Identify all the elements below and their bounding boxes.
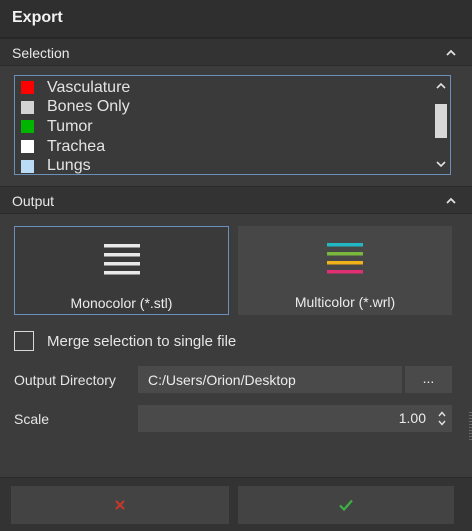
output-directory-input[interactable] xyxy=(138,366,402,393)
list-item-label: Tumor xyxy=(47,117,93,135)
list-item[interactable]: Vasculature xyxy=(21,78,429,98)
list-item[interactable]: Trachea xyxy=(21,137,429,157)
list-item-label: Bones Only xyxy=(47,98,130,116)
action-bar xyxy=(0,477,472,531)
list-item-label: Lungs xyxy=(47,157,91,175)
multicolor-label: Multicolor (*.wrl) xyxy=(294,294,396,310)
multicolor-format-button[interactable]: Multicolor (*.wrl) xyxy=(238,226,452,315)
browse-button[interactable]: ... xyxy=(405,366,452,393)
merge-checkbox[interactable] xyxy=(14,331,34,351)
output-directory-label: Output Directory xyxy=(14,372,116,388)
selection-list[interactable]: Vasculature Bones Only Tumor Trachea Lungs xyxy=(14,75,451,175)
list-item[interactable]: Bones Only xyxy=(21,98,429,118)
chevron-up-icon[interactable] xyxy=(446,196,456,206)
multicolor-lines-icon xyxy=(327,243,363,274)
window-title: Export xyxy=(12,9,63,26)
list-item[interactable]: Lungs xyxy=(21,156,429,176)
scroll-down-icon[interactable] xyxy=(436,160,446,168)
title-bar: Export xyxy=(0,0,472,38)
scale-label: Scale xyxy=(14,411,50,427)
list-item-label: Vasculature xyxy=(47,78,131,96)
chevron-up-icon[interactable] xyxy=(446,48,456,58)
color-swatch xyxy=(21,100,34,114)
list-scrollbar[interactable] xyxy=(434,78,448,172)
scroll-up-icon[interactable] xyxy=(436,82,446,90)
cancel-button[interactable] xyxy=(11,486,229,524)
ok-button[interactable] xyxy=(238,486,454,524)
output-section-header[interactable]: Output xyxy=(0,186,472,214)
monocolor-lines-icon xyxy=(103,244,140,275)
spin-down-icon[interactable] xyxy=(438,420,446,426)
checkmark-icon xyxy=(339,499,353,512)
spin-up-icon[interactable] xyxy=(438,411,446,417)
monocolor-label: Monocolor (*.stl) xyxy=(70,295,173,311)
color-swatch xyxy=(21,159,34,173)
selection-items: Vasculature Bones Only Tumor Trachea Lungs xyxy=(21,78,429,176)
selection-header-label: Selection xyxy=(12,45,70,61)
list-item-label: Trachea xyxy=(47,137,106,155)
scale-spinbox[interactable]: 1.00 xyxy=(138,405,452,432)
selection-section-header[interactable]: Selection xyxy=(0,38,472,66)
merge-label: Merge selection to single file xyxy=(47,333,237,350)
color-swatch xyxy=(21,140,34,154)
scale-value: 1.00 xyxy=(398,410,426,426)
color-swatch xyxy=(21,120,34,134)
output-header-label: Output xyxy=(12,193,55,209)
x-icon xyxy=(115,500,125,510)
color-swatch xyxy=(21,81,34,95)
list-item[interactable]: Tumor xyxy=(21,117,429,137)
monocolor-format-button[interactable]: Monocolor (*.stl) xyxy=(14,226,229,315)
scroll-thumb[interactable] xyxy=(435,104,447,138)
